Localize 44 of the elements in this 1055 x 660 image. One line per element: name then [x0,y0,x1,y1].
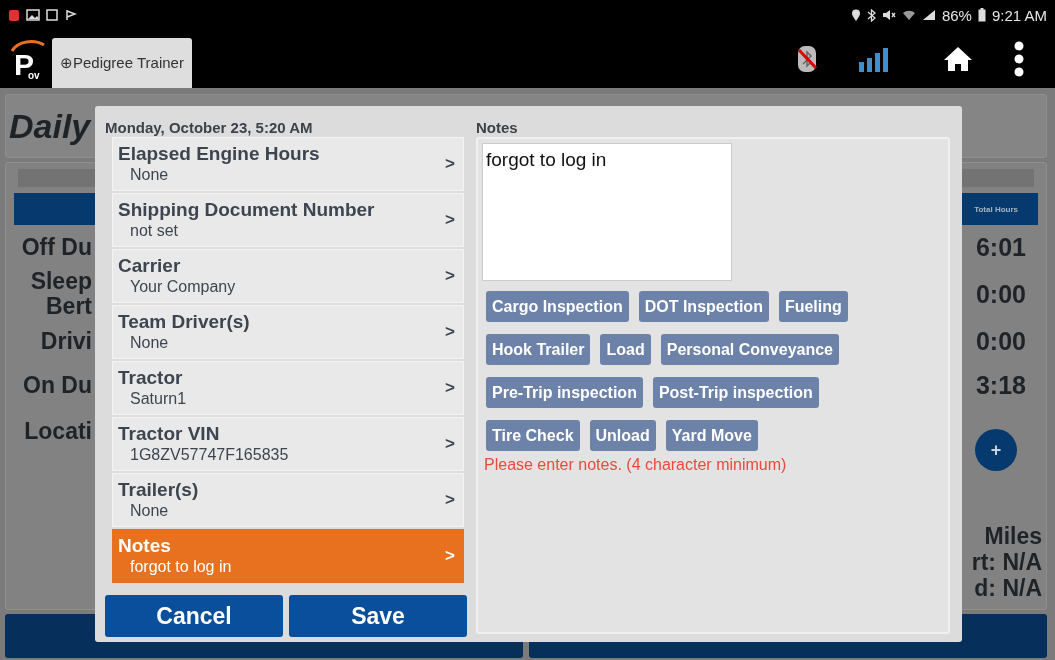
total-hours: 0:00 [975,326,1026,356]
chevron: > [445,546,455,566]
chevron: > [445,322,455,342]
timestamp: Monday, October 23, 5:20 AM [105,118,314,137]
duty-status-label: Bert [46,294,92,319]
field-value: None [129,333,170,353]
field-value: Your Company [129,277,236,297]
duty-status-label: Sleep [30,269,92,294]
page-title: Daily [9,106,91,146]
chevron: > [445,266,455,286]
chevron: > [445,490,455,510]
field-value: None [129,165,170,185]
battery-percentage: 86% [941,6,972,24]
chevron: > [445,378,455,398]
total-hours: 3:18 [975,370,1026,400]
notes-label: Notes [476,118,519,137]
field-label: Trailer(s) [118,479,199,501]
field-value: forgot to log in [129,557,232,577]
field-value: None [129,501,170,521]
miles-text: Miles [984,523,1042,549]
miles-text: rt: N/A [971,549,1042,575]
field-label: Shipping Document Number [118,199,375,221]
column-header: Total Hours [974,204,1018,214]
field-label: Notes [118,535,172,557]
field-value: 1G8ZV57747F165835 [129,445,289,465]
clock: 9:21 AM [991,6,1047,24]
duty-status-label: On Du [23,372,92,398]
chevron: > [445,210,455,230]
field-label: Team Driver(s) [118,311,250,333]
field-value: Saturn1 [129,389,187,409]
total-hours: 6:01 [975,232,1026,262]
field-label: Tractor [118,367,184,389]
field-label: Elapsed Engine Hours [118,143,320,165]
total-hours: 0:00 [975,279,1026,309]
duty-status-label: Drivi [40,328,92,354]
error-message: Please enter notes. (4 character minimum) [483,456,788,474]
field-label: Tractor VIN [118,423,221,445]
miles-text: d: N/A [974,575,1042,601]
field-label: Carrier [118,255,182,277]
field-value: not set [129,221,180,241]
chevron: > [445,154,455,174]
chevron: > [445,434,455,454]
duty-status-label: Off Du [21,234,92,260]
location-label: Locati [24,419,92,444]
